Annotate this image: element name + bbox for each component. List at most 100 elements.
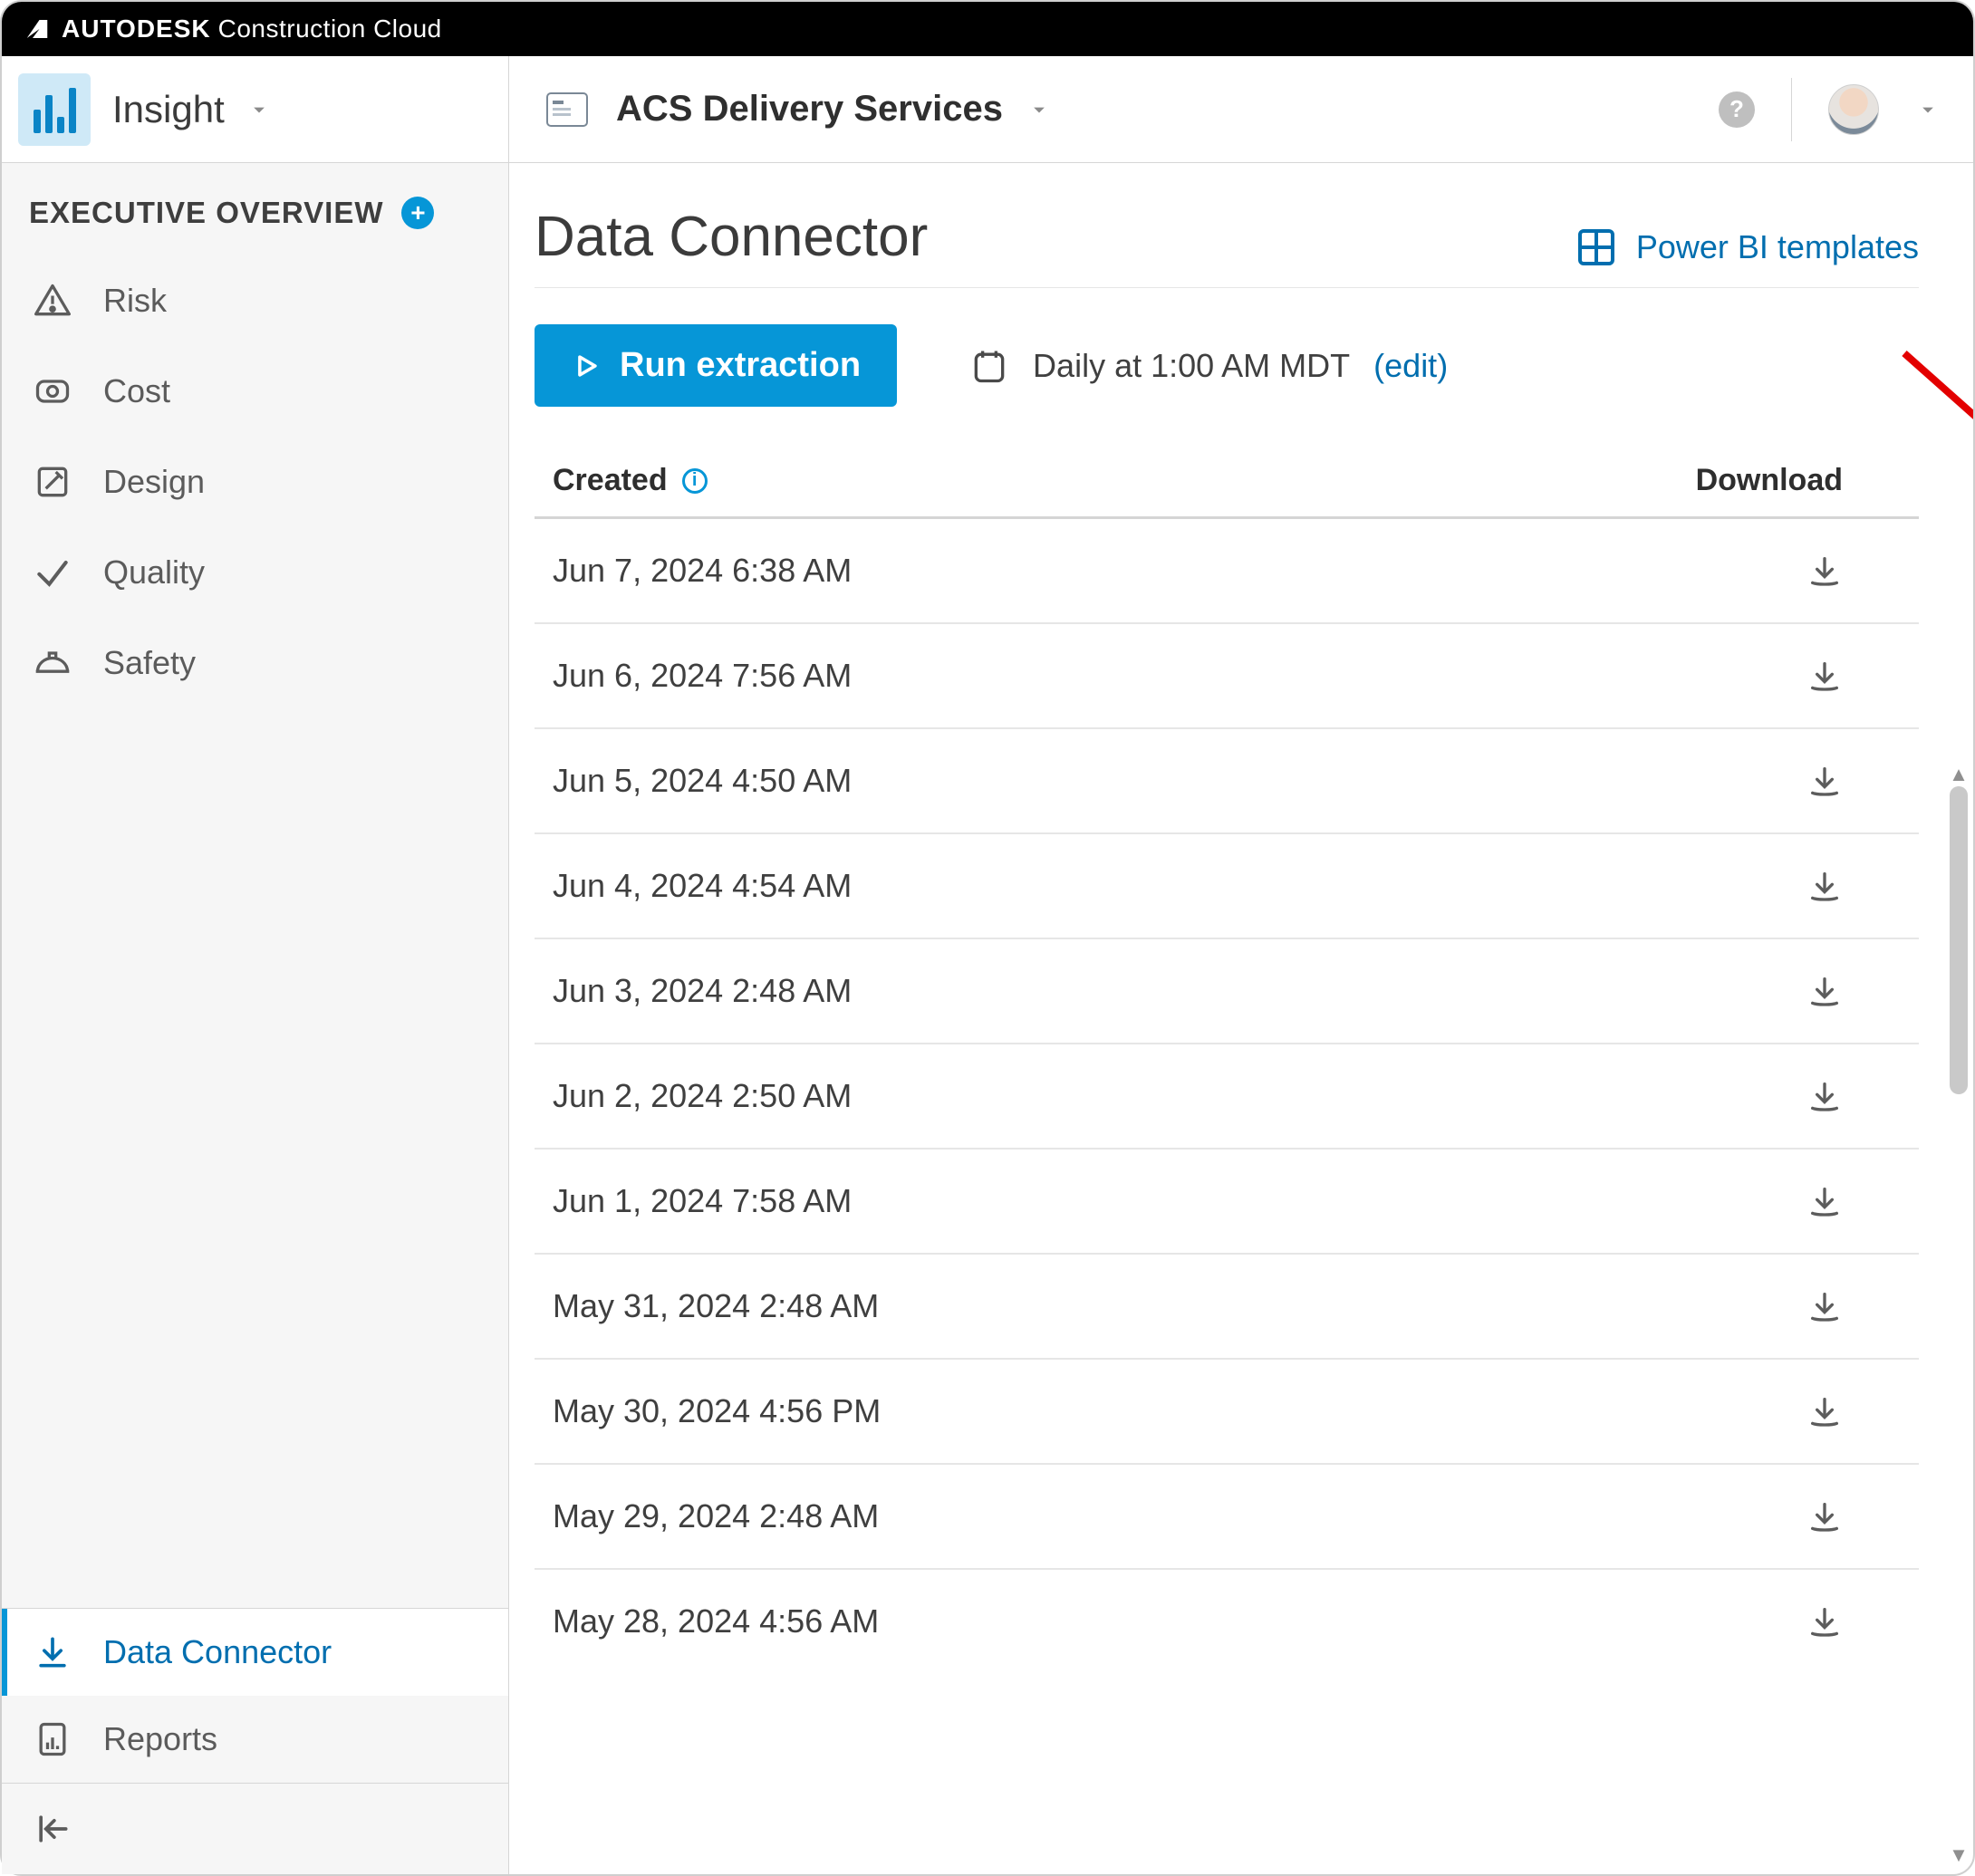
app-header: Insight ACS Delivery Services ?	[2, 56, 1973, 163]
download-header: Download	[1696, 463, 1843, 498]
created-cell: May 28, 2024 4:56 AM	[553, 1602, 879, 1640]
power-bi-templates-label: Power BI templates	[1636, 228, 1919, 266]
scroll-track[interactable]	[1950, 786, 1968, 1843]
sidebar-item-risk[interactable]: Risk	[2, 255, 508, 346]
download-button[interactable]	[1806, 763, 1843, 799]
download-button[interactable]	[1806, 1288, 1843, 1324]
sidebar: EXECUTIVE OVERVIEW + Risk Cost Design	[2, 163, 509, 1874]
scroll-thumb[interactable]	[1950, 786, 1968, 1094]
created-cell: Jun 7, 2024 6:38 AM	[553, 552, 852, 590]
download-button[interactable]	[1806, 868, 1843, 904]
sidebar-item-data-connector[interactable]: Data Connector	[2, 1609, 508, 1696]
table-row: May 30, 2024 4:56 PM	[535, 1360, 1919, 1465]
reports-icon	[33, 1719, 72, 1759]
play-icon	[571, 351, 602, 381]
divider	[1791, 78, 1792, 141]
vertical-scrollbar[interactable]: ▲ ▼	[1948, 763, 1970, 1867]
scroll-down-icon[interactable]: ▼	[1949, 1843, 1969, 1867]
overview-nav: Risk Cost Design Quality	[2, 255, 508, 708]
created-cell: May 30, 2024 4:56 PM	[553, 1392, 881, 1430]
created-header: Created	[553, 463, 668, 498]
sidebar-item-label: Safety	[103, 644, 483, 682]
divider	[535, 287, 1919, 288]
warning-icon	[33, 281, 72, 321]
add-dashboard-button[interactable]: +	[401, 197, 434, 229]
autodesk-logo-icon	[24, 15, 51, 43]
hardhat-icon	[33, 643, 72, 683]
insight-icon	[18, 73, 91, 146]
table-row: Jun 4, 2024 4:54 AM	[535, 834, 1919, 939]
check-icon	[33, 553, 72, 592]
collapse-sidebar-button[interactable]	[2, 1783, 508, 1874]
help-icon[interactable]: ?	[1719, 91, 1755, 128]
scroll-up-icon[interactable]: ▲	[1949, 763, 1969, 786]
sidebar-item-label: Cost	[103, 372, 483, 410]
download-button[interactable]	[1806, 973, 1843, 1009]
created-cell: Jun 5, 2024 4:50 AM	[553, 762, 852, 800]
table-header: Created i Download	[535, 443, 1919, 519]
chevron-down-icon	[1026, 97, 1052, 122]
main-content: Data Connector Power BI templates Run ex…	[509, 163, 1973, 1874]
brand-name-strong: AUTODESK	[62, 14, 211, 43]
download-button[interactable]	[1806, 1603, 1843, 1640]
run-extraction-label: Run extraction	[620, 346, 861, 385]
module-name: Insight	[112, 88, 225, 131]
avatar[interactable]	[1828, 84, 1879, 135]
table-row: Jun 1, 2024 7:58 AM	[535, 1150, 1919, 1255]
top-brand-bar: AUTODESK Construction Cloud	[2, 2, 1973, 56]
schedule-edit-link[interactable]: (edit)	[1373, 347, 1448, 385]
grid-icon	[1575, 226, 1618, 269]
project-switcher[interactable]: ACS Delivery Services	[509, 89, 1719, 130]
overview-label: EXECUTIVE OVERVIEW	[29, 196, 383, 230]
schedule-text: Daily at 1:00 AM MDT	[1033, 347, 1350, 385]
table-row: Jun 6, 2024 7:56 AM	[535, 624, 1919, 729]
download-button[interactable]	[1806, 1498, 1843, 1534]
schedule-info: Daily at 1:00 AM MDT (edit)	[969, 346, 1448, 386]
sidebar-item-reports[interactable]: Reports	[2, 1696, 508, 1783]
sidebar-item-cost[interactable]: Cost	[2, 346, 508, 437]
download-icon	[33, 1632, 72, 1672]
tools-nav: Data Connector Reports	[2, 1608, 508, 1874]
cost-icon	[33, 371, 72, 411]
sidebar-item-label: Quality	[103, 553, 483, 592]
table-row: Jun 3, 2024 2:48 AM	[535, 939, 1919, 1044]
download-button[interactable]	[1806, 1183, 1843, 1219]
download-button[interactable]	[1806, 553, 1843, 589]
table-row: May 28, 2024 4:56 AM	[535, 1570, 1919, 1660]
calendar-icon	[969, 346, 1009, 386]
created-cell: Jun 6, 2024 7:56 AM	[553, 657, 852, 695]
sidebar-item-label: Data Connector	[103, 1633, 483, 1671]
run-extraction-button[interactable]: Run extraction	[535, 324, 897, 407]
info-icon[interactable]: i	[682, 468, 708, 494]
power-bi-templates-link[interactable]: Power BI templates	[1575, 226, 1919, 269]
chevron-down-icon	[246, 97, 272, 122]
chevron-down-icon[interactable]	[1915, 97, 1941, 122]
table-row: May 29, 2024 2:48 AM	[535, 1465, 1919, 1570]
module-switcher[interactable]: Insight	[2, 56, 509, 162]
created-cell: May 31, 2024 2:48 AM	[553, 1287, 879, 1325]
table-row: May 31, 2024 2:48 AM	[535, 1255, 1919, 1360]
sidebar-item-label: Design	[103, 463, 483, 501]
brand-name-light: Construction Cloud	[218, 14, 442, 43]
sidebar-item-design[interactable]: Design	[2, 437, 508, 527]
created-cell: May 29, 2024 2:48 AM	[553, 1497, 879, 1535]
executive-overview-header: EXECUTIVE OVERVIEW +	[2, 163, 508, 255]
download-button[interactable]	[1806, 658, 1843, 694]
page-title: Data Connector	[535, 205, 928, 269]
table-row: Jun 5, 2024 4:50 AM	[535, 729, 1919, 834]
created-cell: Jun 3, 2024 2:48 AM	[553, 972, 852, 1010]
created-cell: Jun 4, 2024 4:54 AM	[553, 867, 852, 905]
sidebar-item-safety[interactable]: Safety	[2, 618, 508, 708]
created-cell: Jun 1, 2024 7:58 AM	[553, 1182, 852, 1220]
table-row: Jun 7, 2024 6:38 AM	[535, 519, 1919, 624]
acc-logo-icon	[542, 90, 592, 130]
design-icon	[33, 462, 72, 502]
download-button[interactable]	[1806, 1078, 1843, 1114]
download-button[interactable]	[1806, 1393, 1843, 1429]
sidebar-item-label: Reports	[103, 1720, 483, 1758]
created-cell: Jun 2, 2024 2:50 AM	[553, 1077, 852, 1115]
sidebar-item-quality[interactable]: Quality	[2, 527, 508, 618]
table-row: Jun 2, 2024 2:50 AM	[535, 1044, 1919, 1150]
extraction-list: Jun 7, 2024 6:38 AM Jun 6, 2024 7:56 AM Ju…	[535, 519, 1919, 1660]
sidebar-item-label: Risk	[103, 282, 483, 320]
